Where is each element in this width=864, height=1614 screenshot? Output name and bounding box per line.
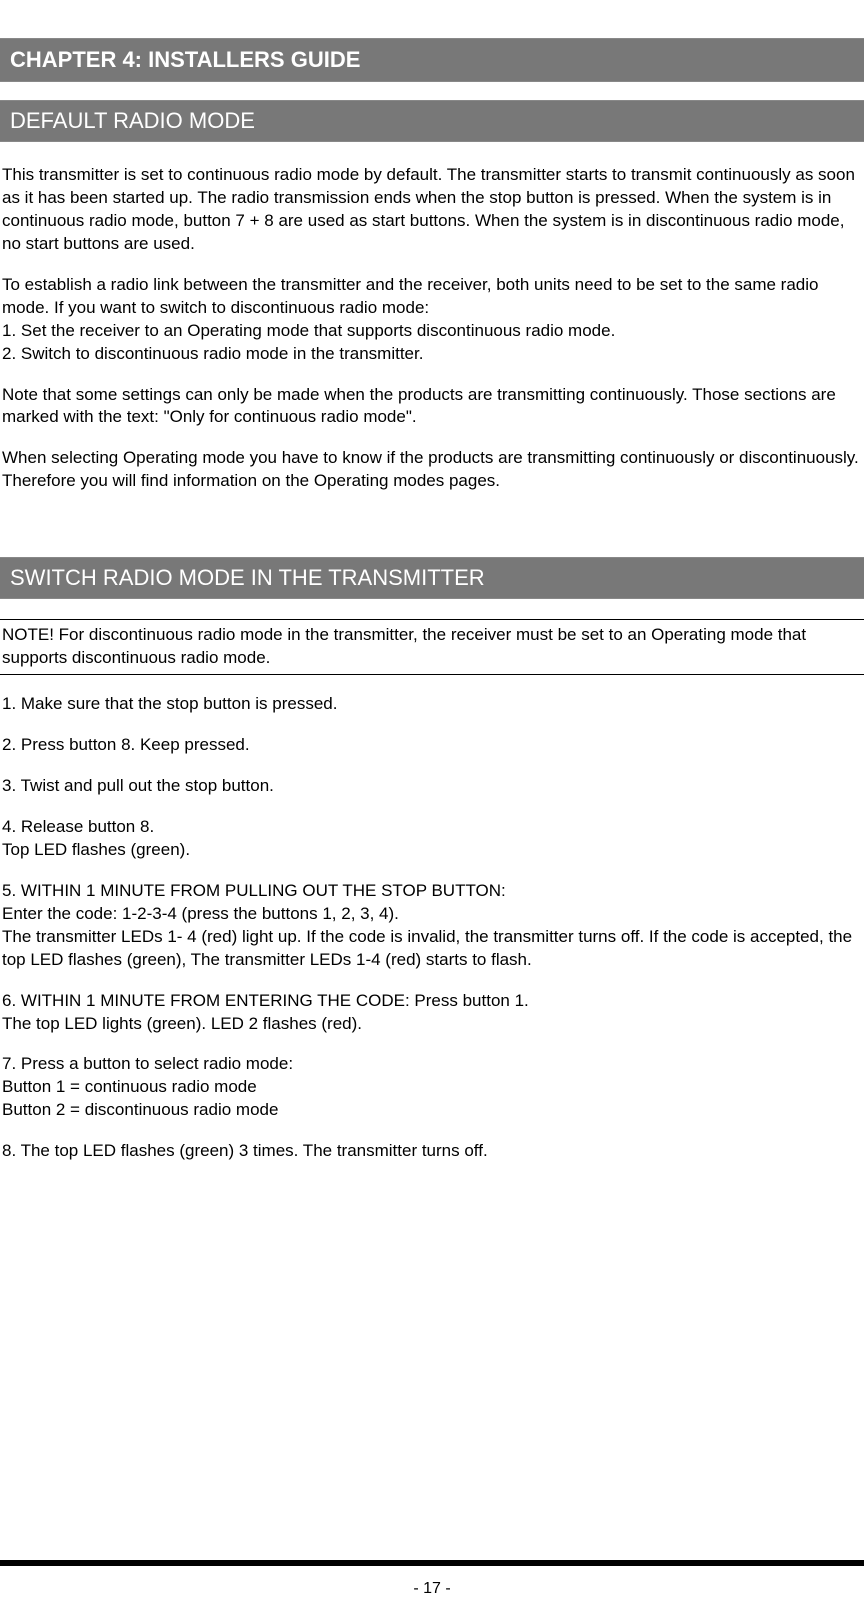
step-4-line-a: 4. Release button 8. <box>2 817 154 836</box>
step-7-line-b: Button 1 = continuous radio mode <box>2 1077 257 1096</box>
step-7-line-a: 7. Press a button to select radio mode: <box>2 1054 293 1073</box>
document-page: CHAPTER 4: INSTALLERS GUIDE DEFAULT RADI… <box>0 38 864 1163</box>
section1-paragraph-2: To establish a radio link between the tr… <box>0 274 864 366</box>
section1-paragraph-1: This transmitter is set to continuous ra… <box>0 164 864 256</box>
step-7-line-c: Button 2 = discontinuous radio mode <box>2 1100 278 1119</box>
section-default-radio-mode-title: DEFAULT RADIO MODE <box>0 100 864 142</box>
step-1: 1. Make sure that the stop button is pre… <box>0 693 864 716</box>
section1-para2-step2: 2. Switch to discontinuous radio mode in… <box>2 344 423 363</box>
step-6: 6. WITHIN 1 MINUTE FROM ENTERING THE COD… <box>0 990 864 1036</box>
step-6-line-b: The top LED lights (green). LED 2 flashe… <box>2 1014 362 1033</box>
chapter-title: CHAPTER 4: INSTALLERS GUIDE <box>0 38 864 82</box>
section1-para2-intro: To establish a radio link between the tr… <box>2 275 818 317</box>
page-number: - 17 - <box>0 1580 864 1598</box>
section1-paragraph-4: When selecting Operating mode you have t… <box>0 447 864 493</box>
step-7: 7. Press a button to select radio mode: … <box>0 1053 864 1122</box>
step-3: 3. Twist and pull out the stop button. <box>0 775 864 798</box>
step-4-line-b: Top LED flashes (green). <box>2 840 190 859</box>
footer-divider <box>0 1560 864 1566</box>
section1-para2-step1: 1. Set the receiver to an Operating mode… <box>2 321 615 340</box>
step-5-line-a: 5. WITHIN 1 MINUTE FROM PULLING OUT THE … <box>2 881 506 900</box>
step-2: 2. Press button 8. Keep pressed. <box>0 734 864 757</box>
section1-paragraph-3: Note that some settings can only be made… <box>0 384 864 430</box>
step-6-line-a: 6. WITHIN 1 MINUTE FROM ENTERING THE COD… <box>2 991 529 1010</box>
step-5-line-b: Enter the code: 1-2-3-4 (press the butto… <box>2 904 399 923</box>
section-switch-radio-mode-title: SWITCH RADIO MODE IN THE TRANSMITTER <box>0 557 864 599</box>
step-5-line-c: The transmitter LEDs 1- 4 (red) light up… <box>2 927 852 969</box>
step-5: 5. WITHIN 1 MINUTE FROM PULLING OUT THE … <box>0 880 864 972</box>
step-4: 4. Release button 8. Top LED flashes (gr… <box>0 816 864 862</box>
note-box: NOTE! For discontinuous radio mode in th… <box>0 619 864 675</box>
step-8: 8. The top LED flashes (green) 3 times. … <box>0 1140 864 1163</box>
